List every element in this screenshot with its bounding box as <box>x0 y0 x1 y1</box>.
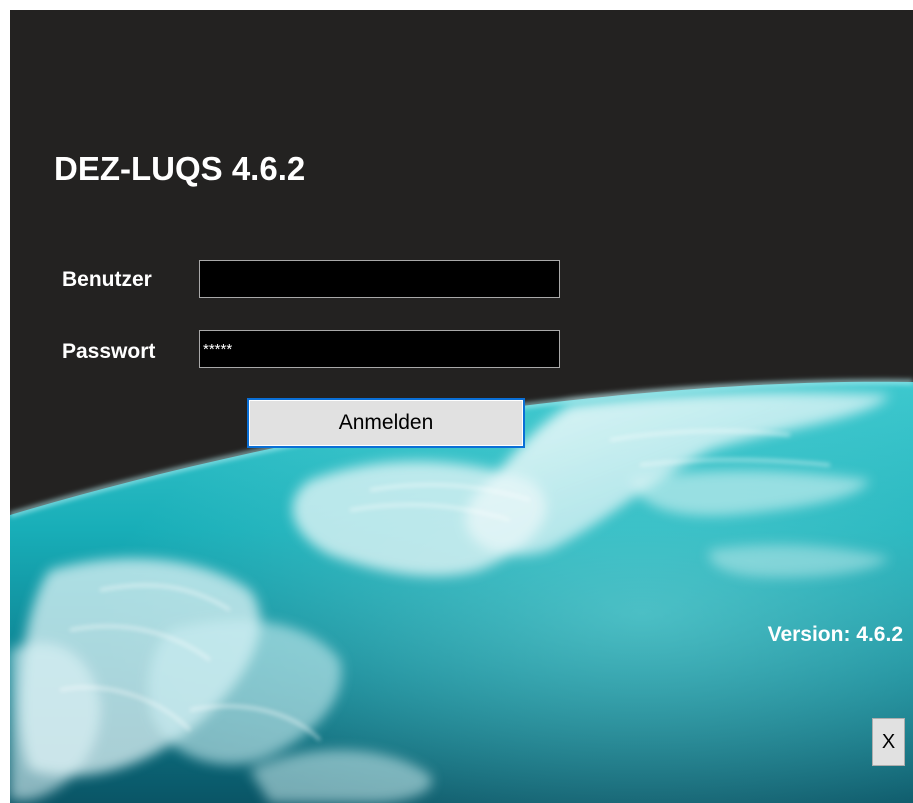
splash-panel: DEZ-LUQS 4.6.2 Benutzer Passwort Anmelde… <box>10 10 913 803</box>
login-window: DEZ-LUQS 4.6.2 Benutzer Passwort Anmelde… <box>0 0 913 803</box>
app-title: DEZ-LUQS 4.6.2 <box>54 150 306 187</box>
user-input[interactable] <box>199 260 560 298</box>
version-text: Version: 4.6.2 <box>767 623 903 646</box>
password-input[interactable] <box>199 330 560 368</box>
login-button[interactable]: Anmelden <box>247 398 525 448</box>
password-label: Passwort <box>62 340 156 363</box>
close-button[interactable]: X <box>872 718 905 766</box>
user-label: Benutzer <box>62 268 152 291</box>
